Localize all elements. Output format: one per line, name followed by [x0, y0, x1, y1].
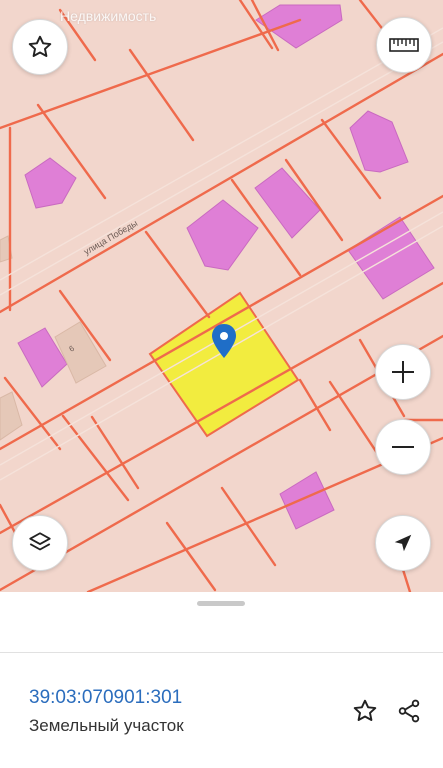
building [24, 157, 77, 209]
layers-icon [29, 532, 51, 551]
navigation-arrow-icon [394, 534, 412, 552]
sheet-drag-handle[interactable] [197, 601, 245, 606]
building [347, 216, 435, 300]
app-watermark: Недвижимость [60, 8, 157, 24]
zoom-out-button[interactable] [375, 419, 431, 475]
zoom-in-button[interactable] [375, 344, 431, 400]
favorite-parcel-button[interactable] [350, 696, 380, 726]
map-canvas[interactable]: улица Победы 6 [0, 0, 443, 592]
locate-button[interactable] [375, 515, 431, 571]
plus-icon [392, 361, 414, 383]
street-label: улица Победы [82, 218, 139, 257]
parcel-type: Земельный участок [29, 716, 184, 735]
star-outline-icon [28, 35, 52, 57]
cadastral-number[interactable]: 39:03:070901:301 [29, 687, 182, 709]
parcel-info-sheet: 39:03:070901:301 Земельный участок [0, 592, 443, 768]
minus-icon [392, 446, 414, 448]
building [186, 199, 259, 271]
share-icon [398, 699, 420, 723]
ruler-button[interactable] [376, 17, 432, 73]
ruler-icon [389, 38, 419, 52]
favorite-button[interactable] [12, 19, 68, 75]
divider [0, 652, 443, 653]
star-outline-icon [353, 699, 377, 721]
building [349, 110, 409, 173]
share-button[interactable] [394, 696, 424, 726]
selected-parcel [148, 291, 300, 438]
map-view[interactable]: улица Победы 6 Недвижимость [0, 0, 443, 592]
building [279, 471, 335, 530]
layers-button[interactable] [12, 515, 68, 571]
